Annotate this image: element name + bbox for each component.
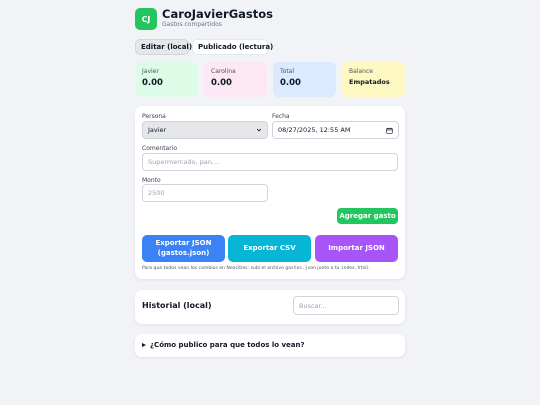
hint-page: index.html bbox=[340, 266, 369, 271]
stat-value: 0.00 bbox=[280, 78, 301, 88]
publish-faq-question: ¿Cómo publico para que todos lo vean? bbox=[150, 341, 305, 349]
tab-edit-local[interactable]: Editar (local) bbox=[135, 39, 192, 55]
hint-text: . bbox=[368, 266, 371, 271]
stat-card-javier: Javier 0.00 bbox=[135, 62, 198, 97]
disclosure-triangle-icon bbox=[142, 343, 146, 347]
stat-label: Total bbox=[280, 68, 295, 75]
app-title: CaroJavierGastos bbox=[162, 7, 274, 21]
stat-label: Javier bbox=[142, 68, 159, 75]
add-expense-button[interactable]: Agregar gasto bbox=[337, 208, 398, 224]
calendar-icon[interactable] bbox=[386, 127, 393, 134]
stat-label: Carolina bbox=[211, 68, 236, 75]
amount-input[interactable] bbox=[142, 184, 268, 202]
stat-value: 0.00 bbox=[142, 78, 163, 88]
hint-file: gastos.json bbox=[285, 266, 316, 271]
expense-form-card: Persona Javier Fecha 08/27/2025, 12:55 A… bbox=[135, 106, 405, 279]
chevron-down-icon bbox=[256, 128, 262, 132]
export-json-button[interactable]: Exportar JSON (gastos.json) bbox=[142, 235, 225, 262]
stat-label: Balance bbox=[349, 68, 373, 75]
export-csv-button[interactable]: Exportar CSV bbox=[228, 235, 311, 262]
import-json-button[interactable]: Importar JSON bbox=[315, 235, 398, 262]
app-logo: CJ bbox=[135, 8, 157, 30]
person-select-value: Javier bbox=[148, 126, 167, 134]
publish-hint: Para que todos vean los cambios en Neoci… bbox=[142, 266, 370, 271]
history-title: Historial (local) bbox=[142, 301, 212, 310]
publish-faq-card[interactable]: ¿Cómo publico para que todos lo vean? bbox=[135, 334, 405, 357]
hint-text: junto a tu bbox=[315, 266, 341, 271]
publish-faq-toggle[interactable]: ¿Cómo publico para que todos lo vean? bbox=[142, 341, 305, 349]
stat-card-total: Total 0.00 bbox=[273, 62, 336, 97]
app-subtitle: Gastos compartidos bbox=[162, 21, 222, 28]
comment-label: Comentario bbox=[142, 145, 178, 152]
stat-value: 0.00 bbox=[211, 78, 232, 88]
comment-input[interactable] bbox=[142, 153, 398, 171]
stat-card-carolina: Carolina 0.00 bbox=[204, 62, 267, 97]
history-search-input[interactable] bbox=[293, 296, 399, 315]
history-card: Historial (local) bbox=[135, 290, 405, 324]
amount-label: Monto bbox=[142, 177, 161, 184]
date-input-value: 08/27/2025, 12:55 AM bbox=[278, 126, 351, 134]
tab-published-readonly[interactable]: Publicado (lectura) bbox=[192, 39, 273, 55]
person-label: Persona bbox=[142, 113, 166, 120]
hint-text: Para que todos vean los cambios en Neoci… bbox=[142, 266, 286, 271]
date-input[interactable]: 08/27/2025, 12:55 AM bbox=[272, 121, 399, 139]
stat-value: Empatados bbox=[349, 78, 390, 86]
date-label: Fecha bbox=[272, 113, 290, 120]
stat-card-balance: Balance Empatados bbox=[342, 62, 405, 97]
person-select[interactable]: Javier bbox=[142, 121, 268, 139]
